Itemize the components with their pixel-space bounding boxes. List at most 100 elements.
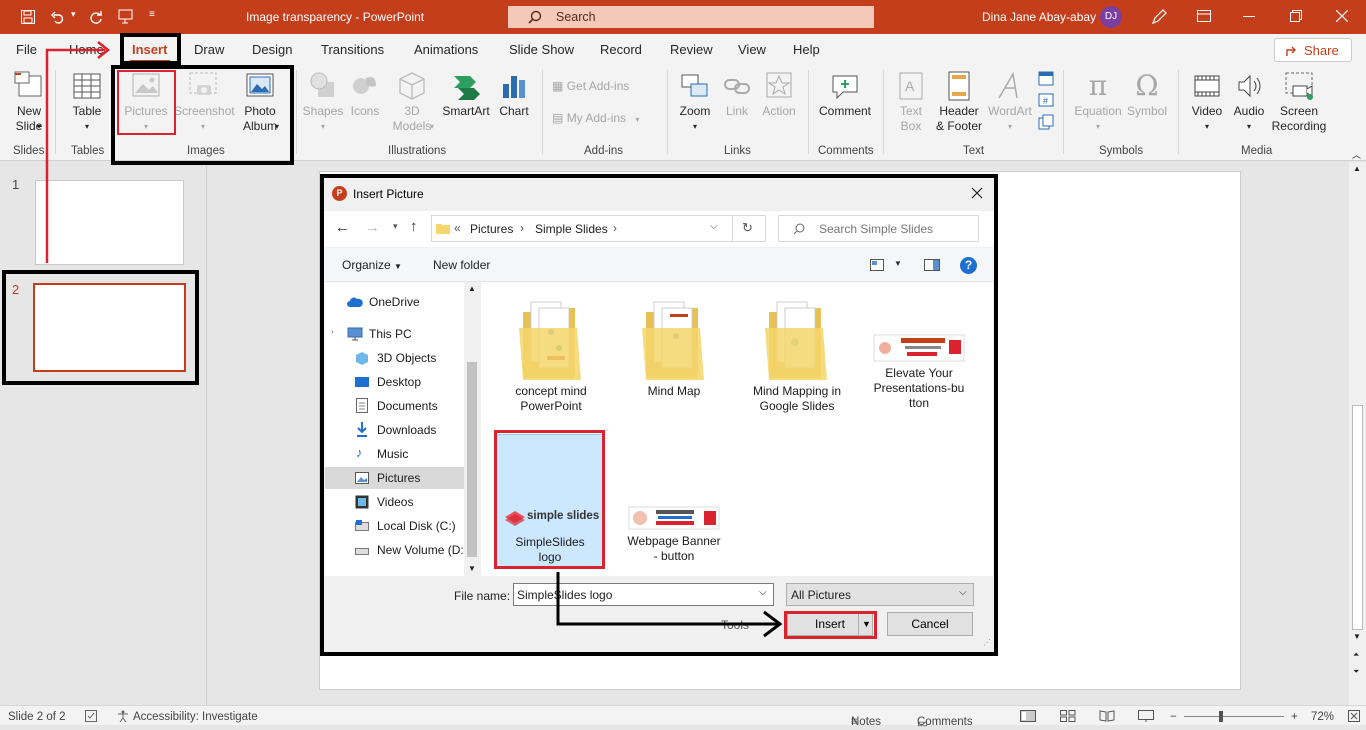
qat-customize-icon[interactable]: ≡ xyxy=(149,9,155,20)
object-icon[interactable] xyxy=(1038,114,1054,130)
fit-to-window-icon[interactable] xyxy=(1348,710,1360,722)
selected-file-highlight-box xyxy=(494,430,605,569)
symbol-label: Symbol xyxy=(1126,104,1167,118)
tab-design[interactable]: Design xyxy=(252,42,292,57)
shapes-button[interactable]: Shapes ▾ xyxy=(302,70,344,134)
group-comments-label: Comments xyxy=(818,145,874,157)
new-slide-dropdown-icon[interactable]: ▾ xyxy=(37,122,41,131)
share-label: Share xyxy=(1304,43,1339,58)
equation-dropdown-icon: ▾ xyxy=(1095,122,1100,131)
search-box[interactable]: Search xyxy=(508,6,874,28)
zoom-slider-thumb[interactable] xyxy=(1219,711,1223,722)
minimize-icon[interactable] xyxy=(1243,16,1255,18)
accessibility-status[interactable]: Accessibility: Investigate xyxy=(133,711,258,723)
tab-view[interactable]: View xyxy=(738,42,766,57)
screen-recording-icon xyxy=(1285,72,1313,100)
tab-home[interactable]: Home xyxy=(69,42,104,57)
restore-icon[interactable] xyxy=(1290,10,1302,22)
tab-record[interactable]: Record xyxy=(600,42,642,57)
undo-icon[interactable] xyxy=(50,9,66,25)
avatar[interactable]: DJ xyxy=(1100,6,1122,28)
save-icon[interactable] xyxy=(20,9,36,25)
group-divider xyxy=(1178,70,1179,154)
zoom-dropdown-icon: ▾ xyxy=(692,122,697,131)
zoom-out-icon[interactable]: − xyxy=(1170,711,1177,723)
get-addins-button[interactable]: ▦ Get Add-ins xyxy=(552,79,629,94)
pi-icon: π xyxy=(1088,69,1108,102)
equation-label: Equation xyxy=(1074,104,1122,118)
ribbon-display-icon[interactable] xyxy=(1197,10,1211,22)
tab-review[interactable]: Review xyxy=(670,42,713,57)
slide-thumbnail-1[interactable] xyxy=(35,180,184,265)
group-divider xyxy=(542,70,543,154)
accessibility-icon[interactable] xyxy=(117,710,129,722)
close-icon[interactable] xyxy=(1336,10,1348,22)
insert-button-highlight-box xyxy=(784,611,877,639)
smartart-button[interactable]: SmartArt xyxy=(440,70,492,119)
header-footer-label-2: & Footer xyxy=(935,119,983,133)
chart-icon xyxy=(503,76,525,98)
chart-button[interactable]: Chart xyxy=(494,70,534,119)
3d-models-dropdown-icon[interactable]: ▾ xyxy=(430,122,434,131)
previous-slide-icon[interactable]: ⏶ xyxy=(1353,650,1359,660)
omega-icon: Ω xyxy=(1135,69,1159,102)
header-footer-label-1: Header xyxy=(939,104,979,118)
slide-sorter-icon[interactable] xyxy=(1060,710,1076,722)
audio-button[interactable]: Audio ▾ xyxy=(1229,70,1269,134)
group-addins-label: Add-ins xyxy=(584,145,623,157)
link-button[interactable]: Link xyxy=(720,70,754,119)
comment-label: Comment xyxy=(818,104,871,118)
tab-file[interactable]: File xyxy=(16,42,37,57)
reading-view-icon[interactable] xyxy=(1099,710,1115,722)
redo-icon[interactable] xyxy=(88,9,104,25)
zoom-slider[interactable] xyxy=(1184,716,1284,717)
action-button[interactable]: Action xyxy=(758,70,800,119)
header-footer-button[interactable]: Header & Footer xyxy=(933,70,985,134)
text-box-button[interactable]: A Text Box xyxy=(891,70,931,134)
present-icon[interactable] xyxy=(117,8,135,24)
user-name: Dina Jane Abay-abay xyxy=(982,10,1097,24)
normal-view-icon[interactable] xyxy=(1020,710,1036,722)
share-button[interactable]: Share xyxy=(1274,38,1352,62)
zoom-button[interactable]: Zoom ▾ xyxy=(674,70,716,134)
symbol-button[interactable]: Ω Symbol xyxy=(1124,70,1170,119)
wordart-button[interactable]: WordArt ▾ xyxy=(986,70,1034,134)
undo-dropdown-icon[interactable]: ▾ xyxy=(71,9,76,20)
insert-tab-highlight-box xyxy=(120,33,181,65)
date-time-icon[interactable] xyxy=(1038,70,1054,86)
wordart-icon xyxy=(998,71,1018,99)
collapse-ribbon-icon[interactable]: ︿ xyxy=(1352,148,1361,161)
spelling-icon[interactable] xyxy=(85,710,97,722)
slideshow-view-icon[interactable] xyxy=(1138,710,1154,722)
comment-button[interactable]: Comment xyxy=(814,70,876,119)
status-bar: Slide 2 of 2 Accessibility: Investigate … xyxy=(0,705,1366,730)
tab-slide-show[interactable]: Slide Show xyxy=(509,42,574,57)
vertical-scrollbar[interactable]: ▲ ▼ ⏶ ⏷ xyxy=(1349,162,1366,705)
slide-info: Slide 2 of 2 xyxy=(8,711,66,723)
pen-icon[interactable] xyxy=(1150,8,1168,26)
tab-animations[interactable]: Animations xyxy=(414,42,478,57)
scroll-up-icon[interactable]: ▲ xyxy=(1353,164,1361,173)
icons-button[interactable]: Icons xyxy=(346,70,384,119)
scrollbar-thumb[interactable] xyxy=(1352,405,1363,630)
my-addins-button[interactable]: ▤ My Add-ins ▾ xyxy=(552,111,639,127)
zoom-level[interactable]: 72% xyxy=(1311,711,1334,723)
zoom-in-icon[interactable]: + xyxy=(1291,711,1298,723)
screen-recording-button[interactable]: Screen Recording xyxy=(1270,70,1328,134)
smartart-icon xyxy=(454,76,480,100)
svg-text:#: # xyxy=(1043,96,1048,106)
svg-text:A: A xyxy=(905,78,915,94)
equation-button[interactable]: π Equation ▾ xyxy=(1072,70,1124,134)
group-slides-label: Slides xyxy=(13,145,45,157)
video-button[interactable]: Video ▾ xyxy=(1186,70,1228,134)
scroll-down-icon[interactable]: ▼ xyxy=(1353,632,1361,641)
cube-icon xyxy=(399,72,425,100)
next-slide-icon[interactable]: ⏷ xyxy=(1353,667,1359,677)
tab-help[interactable]: Help xyxy=(793,42,820,57)
slide-number-icon[interactable]: # xyxy=(1038,92,1054,108)
new-slide-button[interactable]: New Slide xyxy=(8,70,50,134)
tab-draw[interactable]: Draw xyxy=(194,42,224,57)
table-button[interactable]: Table ▾ xyxy=(66,70,108,134)
get-addins-icon: ▦ xyxy=(552,79,564,93)
tab-transitions[interactable]: Transitions xyxy=(321,42,384,57)
